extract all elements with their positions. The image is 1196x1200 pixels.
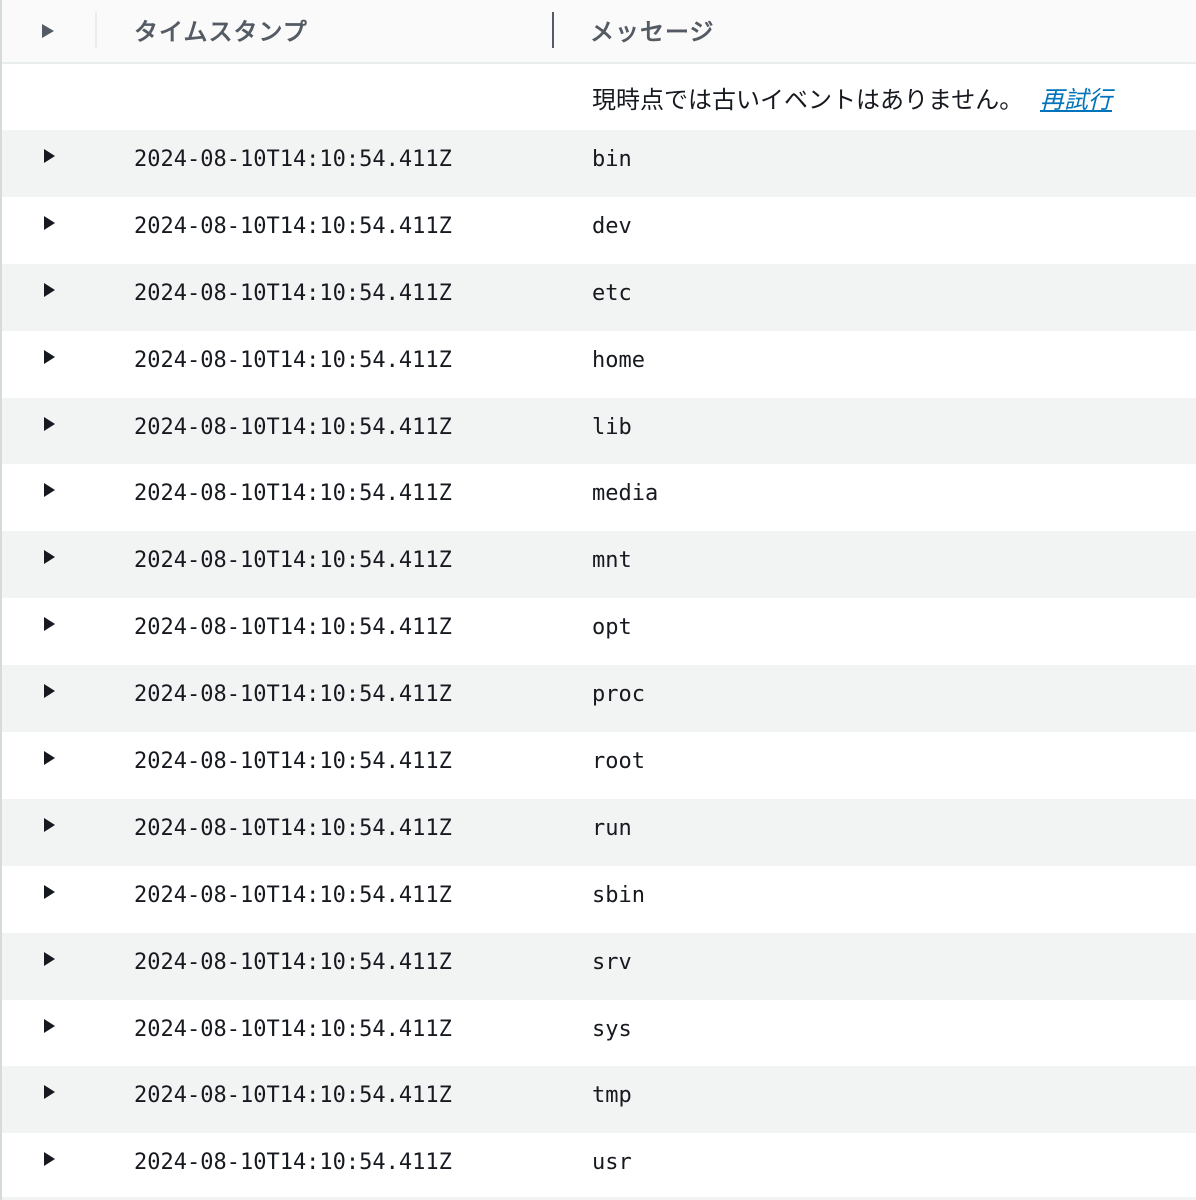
timestamp-cell: 2024-08-10T14:10:54.411Z: [134, 882, 452, 908]
message-cell: run: [592, 815, 632, 841]
message-cell: sbin: [592, 882, 645, 908]
no-older-events-notice: 現時点では古いイベントはありません。 再試行: [2, 64, 1196, 130]
timestamp-cell: 2024-08-10T14:10:54.411Z: [134, 548, 452, 574]
notice-text: 現時点では古いイベントはありません。: [592, 86, 1024, 114]
log-rows: 2024-08-10T14:10:54.411Z bin 2024-08-10T14…: [2, 130, 1196, 1200]
message-cell: lib: [592, 414, 632, 440]
column-header-timestamp[interactable]: タイムスタンプ: [134, 12, 308, 47]
table-row[interactable]: 2024-08-10T14:10:54.411Z sbin: [2, 866, 1196, 933]
timestamp-cell: 2024-08-10T14:10:54.411Z: [134, 414, 452, 440]
caret-right-icon[interactable]: [44, 282, 55, 297]
timestamp-cell: 2024-08-10T14:10:54.411Z: [134, 280, 452, 306]
caret-right-icon[interactable]: [44, 149, 55, 163]
message-cell: media: [592, 481, 659, 507]
caret-right-icon[interactable]: [44, 951, 55, 966]
table-row[interactable]: 2024-08-10T14:10:54.411Z lib: [2, 397, 1196, 465]
message-cell: srv: [592, 949, 632, 975]
timestamp-cell: 2024-08-10T14:10:54.411Z: [134, 1150, 452, 1176]
caret-right-icon[interactable]: [44, 684, 55, 699]
message-cell: mnt: [592, 548, 632, 574]
caret-right-icon[interactable]: [44, 1152, 55, 1167]
caret-right-icon[interactable]: [44, 483, 55, 498]
timestamp-cell: 2024-08-10T14:10:54.411Z: [134, 1016, 452, 1042]
table-row[interactable]: 2024-08-10T14:10:54.411Z srv: [2, 932, 1196, 1000]
message-cell: etc: [592, 280, 632, 306]
timestamp-cell: 2024-08-10T14:10:54.411Z: [134, 615, 452, 641]
caret-right-icon[interactable]: [44, 751, 55, 766]
timestamp-cell: 2024-08-10T14:10:54.411Z: [134, 949, 452, 975]
timestamp-cell: 2024-08-10T14:10:54.411Z: [134, 682, 452, 708]
column-divider: [95, 12, 97, 48]
timestamp-cell: 2024-08-10T14:10:54.411Z: [134, 1083, 452, 1109]
column-header-message[interactable]: メッセージ: [590, 12, 715, 47]
timestamp-cell: 2024-08-10T14:10:54.411Z: [134, 481, 452, 507]
table-row[interactable]: 2024-08-10T14:10:54.411Z root: [2, 732, 1196, 799]
message-cell: root: [592, 749, 645, 775]
table-row[interactable]: 2024-08-10T14:10:54.411Z tmp: [2, 1066, 1196, 1134]
table-row[interactable]: 2024-08-10T14:10:54.411Z run: [2, 798, 1196, 866]
message-cell: dev: [592, 213, 632, 239]
message-cell: proc: [592, 682, 645, 708]
caret-right-icon[interactable]: [44, 884, 55, 899]
caret-right-icon[interactable]: [44, 550, 55, 565]
message-cell: sys: [592, 1016, 632, 1042]
table-row[interactable]: 2024-08-10T14:10:54.411Z sys: [2, 1000, 1196, 1067]
message-cell: tmp: [592, 1083, 632, 1109]
timestamp-cell: 2024-08-10T14:10:54.411Z: [134, 749, 452, 775]
timestamp-cell: 2024-08-10T14:10:54.411Z: [134, 815, 452, 841]
table-row[interactable]: 2024-08-10T14:10:54.411Z dev: [2, 197, 1196, 264]
caret-right-icon[interactable]: [44, 617, 55, 632]
log-events-table: タイムスタンプ メッセージ 現時点では古いイベントはありません。 再試行 202…: [0, 0, 1196, 1200]
caret-right-icon[interactable]: [44, 1085, 55, 1100]
table-row[interactable]: 2024-08-10T14:10:54.411Z mnt: [2, 531, 1196, 599]
table-row[interactable]: 2024-08-10T14:10:54.411Z media: [2, 464, 1196, 531]
timestamp-cell: 2024-08-10T14:10:54.411Z: [134, 347, 452, 373]
timestamp-cell: 2024-08-10T14:10:54.411Z: [134, 147, 452, 172]
table-row[interactable]: 2024-08-10T14:10:54.411Z opt: [2, 598, 1196, 665]
caret-right-icon[interactable]: [44, 349, 55, 364]
column-resize-handle[interactable]: [552, 12, 554, 48]
retry-link[interactable]: 再試行: [1040, 80, 1112, 115]
expand-all-caret-icon[interactable]: [42, 24, 54, 38]
caret-right-icon[interactable]: [44, 215, 55, 230]
table-row[interactable]: 2024-08-10T14:10:54.411Z home: [2, 331, 1196, 398]
message-cell: home: [592, 347, 645, 373]
table-row[interactable]: 2024-08-10T14:10:54.411Z bin: [2, 130, 1196, 197]
table-header: タイムスタンプ メッセージ: [2, 0, 1196, 64]
timestamp-cell: 2024-08-10T14:10:54.411Z: [134, 213, 452, 239]
table-row[interactable]: 2024-08-10T14:10:54.411Z usr: [2, 1133, 1196, 1200]
caret-right-icon[interactable]: [44, 817, 55, 832]
table-row[interactable]: 2024-08-10T14:10:54.411Z etc: [2, 263, 1196, 331]
table-row[interactable]: 2024-08-10T14:10:54.411Z proc: [2, 665, 1196, 733]
message-cell: opt: [592, 615, 632, 641]
caret-right-icon[interactable]: [44, 416, 55, 431]
message-cell: bin: [592, 147, 632, 172]
caret-right-icon[interactable]: [44, 1018, 55, 1033]
message-cell: usr: [592, 1150, 632, 1176]
